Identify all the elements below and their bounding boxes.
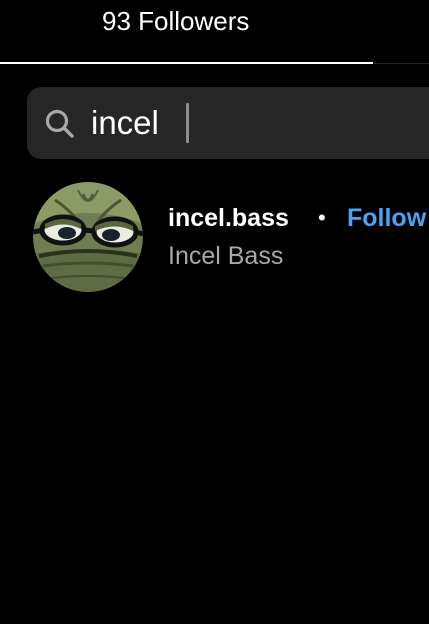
tab-divider bbox=[373, 63, 429, 64]
search-field[interactable]: incel bbox=[27, 87, 429, 159]
followers-tab-title[interactable]: 93 Followers bbox=[102, 4, 249, 38]
text-caret bbox=[186, 103, 189, 143]
result-full-name: Incel Bass bbox=[168, 242, 284, 270]
search-icon bbox=[45, 109, 74, 138]
active-tab-underline bbox=[0, 62, 373, 64]
search-result-row[interactable]: incel.bass • Follow Incel Bass bbox=[0, 176, 429, 300]
avatar-image[interactable] bbox=[33, 182, 143, 292]
search-input[interactable]: incel bbox=[91, 103, 159, 143]
separator-dot: • bbox=[318, 205, 326, 230]
result-username[interactable]: incel.bass bbox=[168, 202, 289, 234]
follow-button[interactable]: Follow bbox=[347, 202, 426, 234]
